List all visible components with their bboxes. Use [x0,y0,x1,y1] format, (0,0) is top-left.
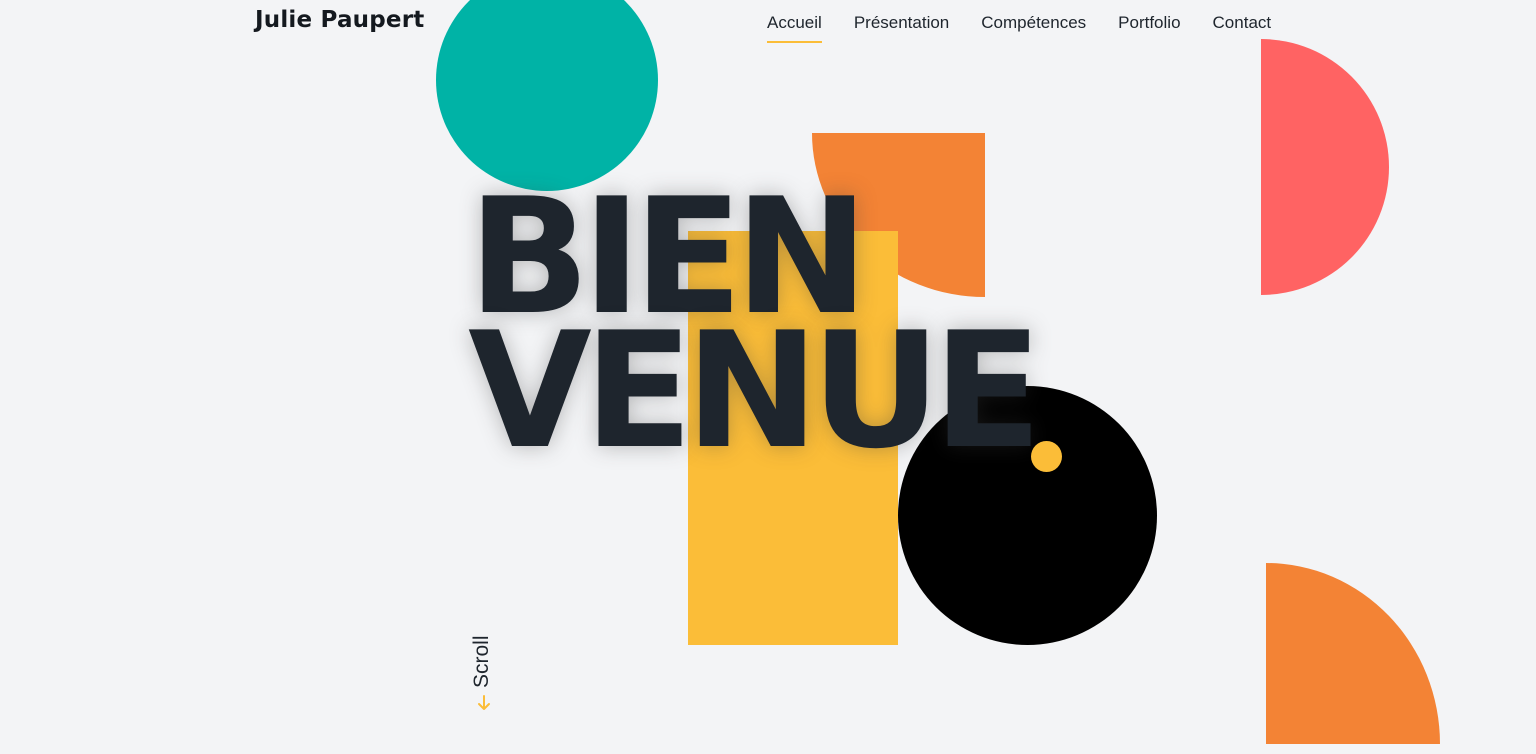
site-logo[interactable]: Julie Paupert [255,7,424,33]
nav-link-portfolio[interactable]: Portfolio [1118,13,1180,43]
coral-half-circle-decoration [1261,39,1389,295]
nav-link-competences[interactable]: Compétences [981,13,1086,43]
nav-link-accueil[interactable]: Accueil [767,13,822,43]
hero-dot-decoration [1031,441,1062,472]
scroll-label: Scroll [470,635,493,688]
main-nav: Accueil Présentation Compétences Portfol… [767,13,1271,43]
nav-link-contact[interactable]: Contact [1213,13,1272,43]
arrow-down-icon [478,695,490,710]
nav-link-presentation[interactable]: Présentation [854,13,949,43]
orange-quarter-bottom-decoration [1266,563,1440,744]
hero-heading: BIEN VENUE [468,177,1042,484]
hero-heading-line2: VENUE [468,297,1042,484]
scroll-indicator[interactable]: Scroll [470,620,498,720]
